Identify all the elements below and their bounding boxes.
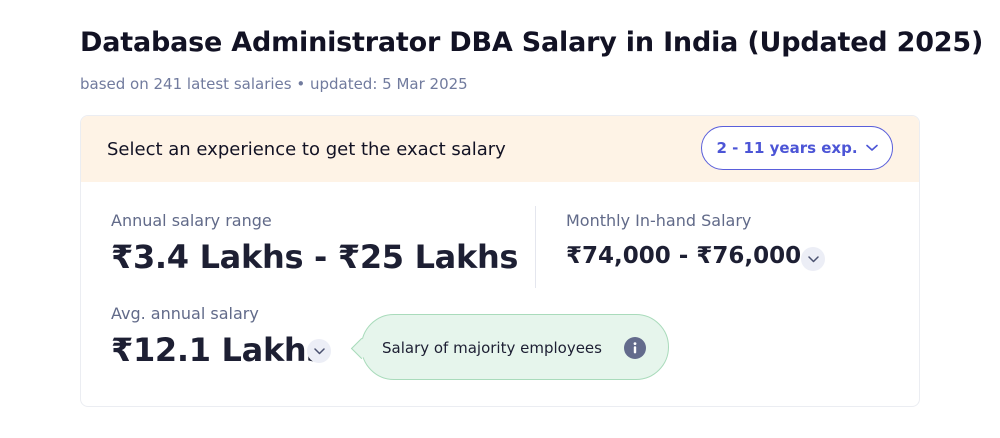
column-divider: [535, 206, 536, 288]
monthly-expand-button[interactable]: [801, 247, 825, 271]
experience-bar: Select an experience to get the exact sa…: [81, 116, 919, 182]
salary-page: Database Administrator DBA Salary in Ind…: [0, 0, 1000, 438]
chevron-down-icon: [865, 144, 878, 151]
avg-annual-label: Avg. annual salary: [111, 304, 259, 323]
salary-card: Select an experience to get the exact sa…: [80, 115, 920, 407]
info-icon[interactable]: [624, 337, 646, 359]
annual-range-label: Annual salary range: [111, 211, 272, 230]
monthly-inhand-label: Monthly In-hand Salary: [566, 211, 752, 230]
experience-dropdown-label: 2 - 11 years exp.: [716, 139, 858, 157]
annual-range-value: ₹3.4 Lakhs - ₹25 Lakhs: [111, 238, 519, 276]
avg-annual-value: ₹12.1 Lakhs: [111, 331, 326, 369]
monthly-inhand-value: ₹74,000 - ₹76,000: [566, 243, 802, 269]
chevron-down-icon: [313, 347, 325, 354]
avg-expand-button[interactable]: [307, 339, 331, 363]
page-subtitle: based on 241 latest salaries • updated: …: [80, 75, 468, 93]
tooltip-text: Salary of majority employees: [382, 339, 602, 357]
page-title: Database Administrator DBA Salary in Ind…: [80, 27, 984, 58]
experience-prompt: Select an experience to get the exact sa…: [107, 139, 506, 160]
experience-dropdown[interactable]: 2 - 11 years exp.: [701, 126, 893, 170]
info-glyph: [633, 342, 637, 354]
tooltip-arrow: [350, 337, 373, 360]
chevron-down-icon: [807, 255, 819, 262]
majority-salary-tooltip: Salary of majority employees: [350, 314, 669, 380]
